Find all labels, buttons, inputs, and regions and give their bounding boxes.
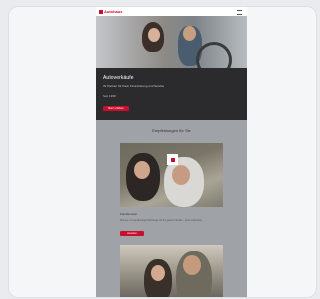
logo-icon — [99, 9, 103, 14]
logo-text: Autohaus — [104, 9, 123, 14]
section-title: Empfehlungen für Sie — [152, 128, 191, 133]
card1-man-face — [172, 165, 190, 185]
hamburger-menu-icon[interactable] — [237, 10, 242, 15]
hero-subtitle: Ihr Partner für Kauf, Finanzierung und S… — [103, 84, 165, 88]
hero-face-woman — [148, 28, 160, 42]
preview-card: Autohaus Autoverkäufe Ihr Partner für Ka… — [8, 6, 317, 298]
hero-title: Autoverkäufe — [103, 75, 134, 81]
steering-wheel — [196, 42, 232, 68]
card1-text: Sichere und geräumige Fahrzeuge für die … — [120, 219, 203, 222]
top-bar: Autohaus — [96, 7, 247, 16]
hero-text-panel: Autoverkäufe Ihr Partner für Kauf, Finan… — [96, 68, 247, 120]
card2-image[interactable] — [120, 245, 223, 297]
brand-badge — [167, 154, 178, 165]
mobile-page-preview[interactable]: Autohaus Autoverkäufe Ihr Partner für Ka… — [96, 7, 247, 297]
card1-cta-button[interactable]: Ansehen — [120, 231, 144, 236]
hero-meta: Seit 1998 — [103, 94, 116, 98]
brand-logo[interactable]: Autohaus — [99, 9, 122, 14]
hero-image — [96, 16, 247, 68]
card2-woman-face — [151, 265, 165, 281]
card1-woman-face — [134, 161, 150, 179]
hero-face-man — [183, 26, 196, 41]
brand-badge-icon — [170, 157, 175, 162]
card1-image[interactable] — [120, 143, 223, 207]
card2-man-face — [183, 255, 201, 275]
card1-title: Familienauto — [120, 212, 138, 216]
hero-cta-button[interactable]: Mehr erfahren — [103, 106, 129, 111]
